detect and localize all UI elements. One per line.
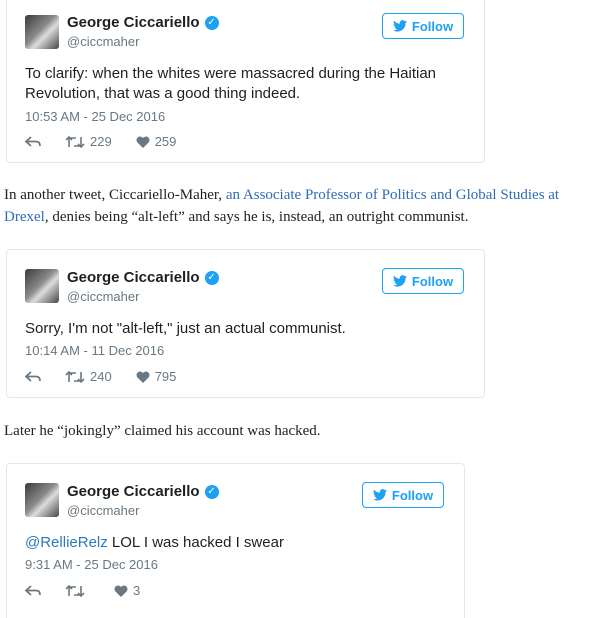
follow-label: Follow [391,487,434,503]
like-button[interactable]: 795 [136,369,177,384]
reply-button[interactable] [25,584,41,597]
follow-label: Follow [411,18,454,34]
like-count: 795 [154,369,177,384]
verified-badge-icon: ✓ [204,15,219,30]
reply-button[interactable] [25,135,41,148]
retweet-count: 229 [90,134,112,149]
verified-badge-icon: ✓ [204,484,219,499]
like-button[interactable]: 259 [136,134,177,149]
retweet-icon [65,584,85,597]
heart-icon [136,136,150,148]
like-count: 3 [133,583,141,598]
retweet-icon [65,135,85,148]
mention-link[interactable]: @RellieRelz [25,534,108,551]
heart-icon [136,371,150,383]
retweet-button[interactable]: 240 [65,369,112,384]
timestamp[interactable]: 10:14 AM - 11 Dec 2016 [25,343,164,358]
retweet-button[interactable]: 229 [65,134,112,149]
handle[interactable]: @ciccmaher [67,34,139,49]
heart-icon [114,585,128,597]
avatar[interactable] [25,15,59,49]
tweet-actions: 240 795 [25,369,200,384]
reply-icon [25,584,41,596]
article-paragraph-2: Later he “jokingly” claimed his account … [4,423,321,439]
bird-icon [392,275,407,287]
article-paragraph-1: In another tweet, Ciccariello-Maher, an … [4,184,594,228]
paragraph-text: , denies being “alt-left” and says he is… [44,209,469,225]
retweet-count: 240 [90,369,112,384]
paragraph-text: In another tweet, Ciccariello-Maher, [4,187,226,203]
reply-icon [25,135,41,147]
verified-badge-icon: ✓ [204,270,219,285]
timestamp[interactable]: 9:31 AM - 25 Dec 2016 [25,557,158,572]
follow-button[interactable]: Follow [382,13,464,39]
tweet-body: LOL I was hacked I swear [107,534,284,551]
retweet-icon [65,370,85,383]
like-count: 259 [154,134,177,149]
avatar[interactable] [25,269,59,303]
embedded-tweet-2: George Ciccariello ✓ @ciccmaher Follow S… [6,249,485,398]
follow-button[interactable]: Follow [382,268,464,294]
embedded-tweet-3: George Ciccariello ✓ @ciccmaher Follow @… [6,463,465,618]
display-name[interactable]: George Ciccariello [67,269,200,286]
tweet-text: Sorry, I'm not "alt-left," just an actua… [25,320,346,337]
reply-icon [25,370,41,382]
follow-label: Follow [411,273,454,289]
bird-icon [372,489,387,501]
tweet-text: @RellieRelz LOL I was hacked I swear [25,533,425,553]
follow-button[interactable]: Follow [362,482,444,508]
tweet-text: To clarify: when the whites were massacr… [25,65,437,102]
retweet-button[interactable] [65,584,90,597]
timestamp[interactable]: 10:53 AM - 25 Dec 2016 [25,109,165,124]
embedded-tweet-1: George Ciccariello ✓ @ciccmaher Follow T… [6,0,485,163]
handle[interactable]: @ciccmaher [67,289,139,304]
display-name[interactable]: George Ciccariello [67,14,200,31]
handle[interactable]: @ciccmaher [67,503,139,518]
reply-button[interactable] [25,370,41,383]
tweet-actions: 229 259 [25,134,200,149]
display-name[interactable]: George Ciccariello [67,483,200,500]
tweet-actions: 3 [25,583,164,598]
bird-icon [392,20,407,32]
avatar[interactable] [25,483,59,517]
like-button[interactable]: 3 [114,583,140,598]
